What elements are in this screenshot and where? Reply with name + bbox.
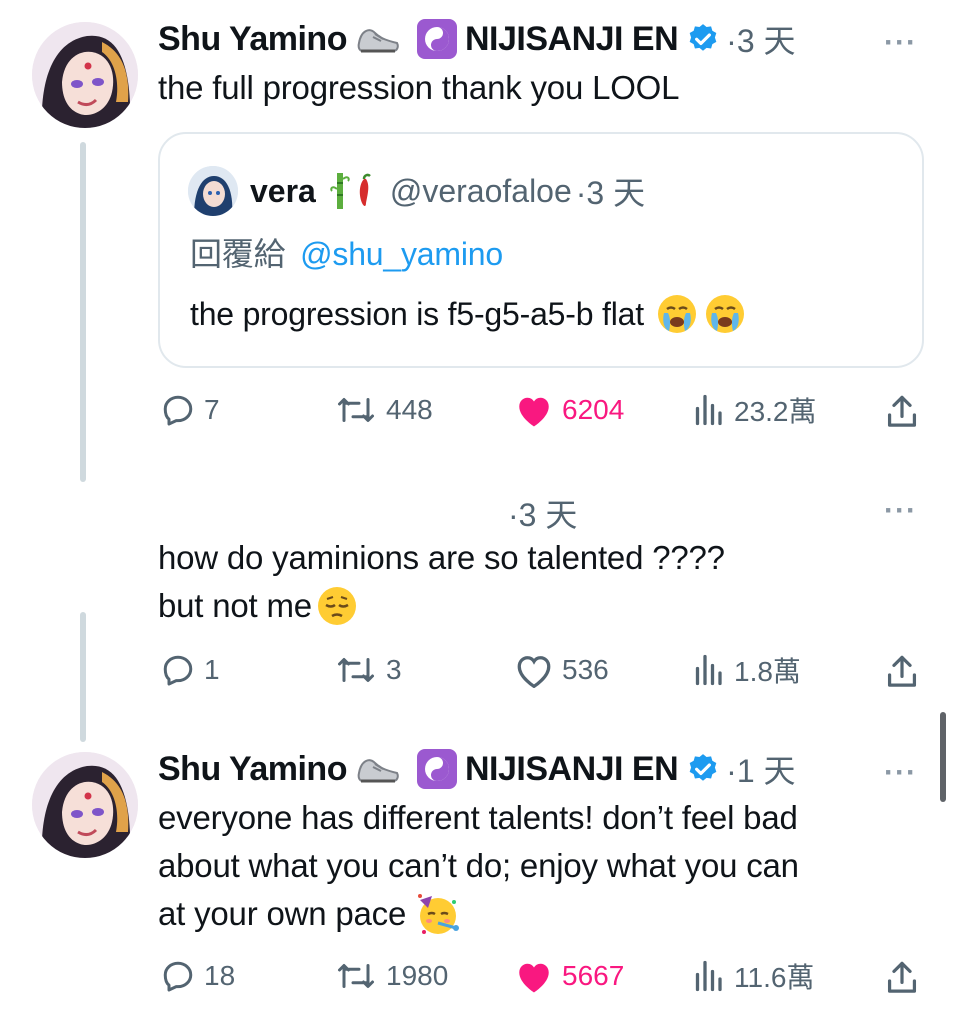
- views-button[interactable]: 11.6萬: [690, 954, 814, 998]
- share-button[interactable]: [884, 650, 920, 694]
- quote-header: vera @veraofaloe ·3 天: [250, 168, 645, 214]
- more-icon[interactable]: ···: [884, 494, 917, 528]
- affiliation-label[interactable]: NIJISANJI EN: [465, 750, 679, 789]
- tweet-text-line-3: at your own pace: [158, 895, 407, 932]
- pensive-face-emoji: [316, 585, 358, 627]
- tweet-time[interactable]: ·1 天: [726, 746, 795, 792]
- shoe-emoji: [355, 751, 401, 787]
- retweet-button[interactable]: 1980: [334, 954, 448, 998]
- verified-badge-icon: [686, 22, 720, 56]
- reply-icon: [163, 655, 193, 686]
- views-button[interactable]: 23.2萬: [690, 388, 817, 432]
- yin-yang-emoji: [416, 19, 457, 59]
- views-icon: [695, 654, 722, 686]
- heart-icon: [519, 963, 549, 993]
- tweet-time[interactable]: ·3 天: [508, 490, 577, 536]
- share-icon: [887, 395, 917, 427]
- author-name[interactable]: Shu Yamino: [158, 750, 347, 789]
- views-icon: [695, 960, 722, 992]
- party-face-emoji: [416, 892, 462, 936]
- like-button[interactable]: 6204: [514, 388, 624, 432]
- avatar-vera: [188, 166, 238, 216]
- tweet-text: the full progression thank you LOOL: [158, 69, 680, 106]
- shoe-emoji: [355, 21, 401, 57]
- quote-text-row: the progression is f5-g5-a5-b flat: [190, 290, 746, 338]
- reply-icon: [163, 395, 193, 426]
- reply-count: 7: [204, 394, 220, 425]
- reply-button[interactable]: 7: [160, 388, 220, 432]
- like-button[interactable]: 5667: [514, 954, 624, 998]
- tweet-text-line-2-row: but not me: [158, 582, 358, 630]
- views-count: 1.8萬: [734, 656, 801, 687]
- author-name[interactable]: Shu Yamino: [158, 20, 347, 59]
- retweet-icon: [338, 964, 374, 988]
- like-count: 6204: [562, 394, 625, 425]
- reply-prefix: 回覆給: [190, 236, 286, 272]
- tweet-time[interactable]: ·3 天: [726, 16, 795, 62]
- share-icon: [887, 961, 917, 993]
- crying-face-emoji: [656, 293, 698, 335]
- views-icon: [695, 394, 722, 426]
- heart-icon: [519, 397, 549, 427]
- crying-face-emoji: [704, 293, 746, 335]
- reply-count: 18: [204, 960, 236, 991]
- retweet-count: 3: [386, 654, 402, 685]
- pepper-emoji: [352, 173, 376, 209]
- more-icon[interactable]: ···: [884, 26, 917, 60]
- thread-line: [80, 142, 86, 482]
- retweet-count: 448: [386, 394, 433, 425]
- quote-author-handle[interactable]: @veraofaloe: [390, 173, 572, 210]
- scrollbar-thumb[interactable]: [940, 712, 946, 802]
- reply-count: 1: [204, 654, 220, 685]
- heart-icon: [517, 656, 551, 688]
- quoted-tweet-card[interactable]: vera @veraofaloe ·3 天 回覆給 @shu_yamino th…: [158, 132, 924, 368]
- quote-author-name[interactable]: vera: [250, 173, 316, 210]
- quote-time[interactable]: ·3 天: [576, 168, 645, 214]
- retweet-icon: [338, 398, 374, 422]
- reply-icon: [163, 961, 193, 992]
- tweet-text-line-2: but not me: [158, 587, 312, 624]
- verified-badge-icon: [686, 752, 720, 786]
- like-count: 5667: [562, 960, 625, 991]
- tweet-header: Shu Yamino NIJISANJI EN ·3 天: [158, 16, 796, 62]
- like-count: 536: [562, 654, 609, 685]
- yin-yang-emoji: [416, 749, 457, 789]
- avatar-shu-yamino[interactable]: [32, 752, 138, 858]
- tweet-text-line-1: how do yaminions are so talented ????: [158, 539, 725, 576]
- views-count: 11.6萬: [734, 962, 815, 993]
- reply-to-line: 回覆給 @shu_yamino: [190, 230, 503, 278]
- tweet-text-line-2: about what you can’t do; enjoy what you …: [158, 847, 799, 884]
- tweet-text-line-1: everyone has different talents! don’t fe…: [158, 799, 798, 836]
- like-button[interactable]: 536: [514, 648, 609, 692]
- reply-button[interactable]: 18: [160, 954, 235, 998]
- reply-mention-link[interactable]: @shu_yamino: [300, 236, 503, 272]
- reply-button[interactable]: 1: [160, 648, 220, 692]
- retweet-button[interactable]: 3: [334, 648, 402, 692]
- thread-line: [80, 612, 86, 742]
- retweet-count: 1980: [386, 960, 449, 991]
- affiliation-label[interactable]: NIJISANJI EN: [465, 20, 679, 59]
- avatar-shu-yamino[interactable]: [32, 22, 138, 128]
- bamboo-emoji: [330, 171, 350, 211]
- share-button[interactable]: [884, 956, 920, 1000]
- share-icon: [887, 655, 917, 687]
- share-button[interactable]: [884, 390, 920, 434]
- tweet-text-line-3-row: at your own pace: [158, 890, 462, 938]
- retweet-icon: [338, 658, 374, 682]
- views-button[interactable]: 1.8萬: [690, 648, 801, 692]
- quote-text: the progression is f5-g5-a5-b flat: [190, 296, 644, 332]
- views-count: 23.2萬: [734, 396, 817, 427]
- more-icon[interactable]: ···: [884, 756, 917, 790]
- retweet-button[interactable]: 448: [334, 388, 433, 432]
- tweet-header: Shu Yamino NIJISANJI EN ·1 天: [158, 746, 796, 792]
